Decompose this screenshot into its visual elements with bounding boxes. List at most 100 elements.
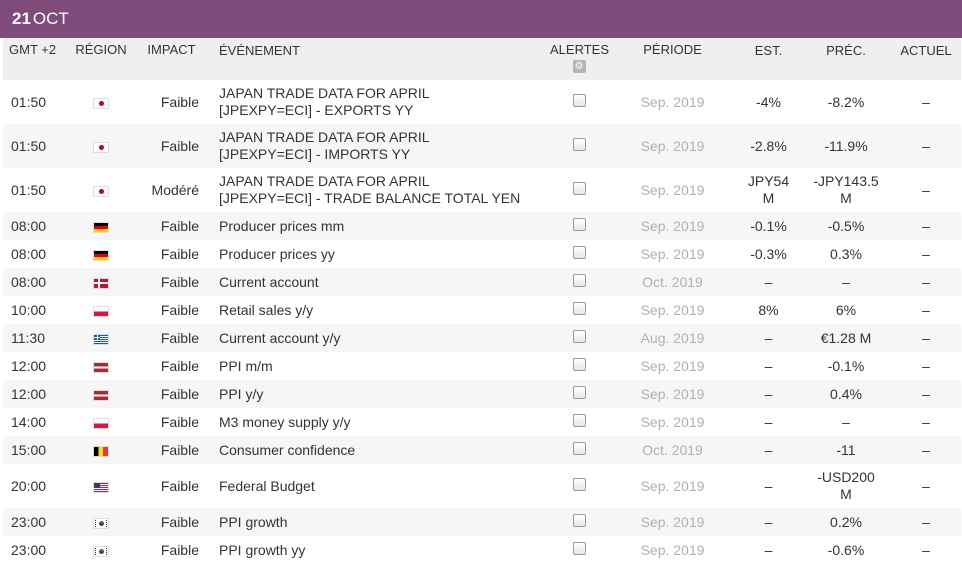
event-period: Sep. 2019 [640,358,705,374]
alert-checkbox[interactable] [572,542,586,555]
alert-checkbox[interactable] [572,358,586,371]
alert-cell [549,536,609,564]
alert-checkbox[interactable] [572,442,586,455]
region-cell [67,380,135,408]
event-name[interactable]: PPI growth [207,508,549,536]
region-cell [67,296,135,324]
table-row[interactable]: 01:50 Faible JAPAN TRADE DATA FOR APRIL [JP… [3,80,961,124]
flag-jp-icon [94,186,108,196]
event-name[interactable]: Current account y/y [207,324,549,352]
impact-level: Faible [160,386,199,402]
event-name[interactable]: M3 money supply y/y [207,408,549,436]
alert-checkbox[interactable] [572,386,586,399]
alert-checkbox[interactable] [572,478,586,491]
estimate-value-line: -4% [756,93,781,110]
alert-cell [549,464,609,508]
event-name[interactable]: PPI growth yy [207,536,549,564]
estimate-value: JPY54 M [736,168,801,212]
estimate-value: – [736,380,801,408]
column-header-time: GMT +2 [9,42,57,57]
event-time: 23:00 [11,542,47,558]
alert-checkbox[interactable] [572,246,586,259]
previous-value-line: 6% [835,301,857,318]
event-name-line: Producer prices yy [219,245,335,262]
table-row[interactable]: 23:00 Faible PPI growth yy Sep. 2019 – -0.6% – [3,536,961,564]
previous-value: -0.6% [801,536,891,564]
previous-value-line: -11.9% [824,137,868,154]
table-row[interactable]: 08:00 Faible Current account Oct. 2019 – – – [3,268,961,296]
event-name-line: [JPEXPY=ECI] - TRADE BALANCE TOTAL YEN [219,190,521,206]
event-name[interactable]: PPI y/y [207,380,549,408]
table-header-row: GMT +2 RÉGION IMPACT ÉVÉNEMENT ALERTES ⚙… [3,38,961,80]
event-name[interactable]: Producer prices yy [207,240,549,268]
alert-checkbox[interactable] [572,218,586,231]
table-row[interactable]: 23:00 Faible PPI growth Sep. 2019 – 0.2% – [3,508,961,536]
table-row[interactable]: 08:00 Faible Producer prices yy Sep. 2019 -0… [3,240,961,268]
alert-checkbox[interactable] [572,182,586,195]
table-row[interactable]: 08:00 Faible Producer prices mm Sep. 2019 -0… [3,212,961,240]
flag-kr-icon [94,546,108,556]
previous-value-line: 0.2% [830,513,862,530]
actual-value: – [922,245,930,262]
impact-level: Faible [160,478,199,494]
table-row[interactable]: 12:00 Faible PPI m/m Sep. 2019 – -0.1% – [3,352,961,380]
table-row[interactable]: 10:00 Faible Retail sales y/y Sep. 2019 8% 6%… [3,296,961,324]
table-row[interactable]: 01:50 Faible JAPAN TRADE DATA FOR APRIL [JP… [3,124,961,168]
event-name[interactable]: Consumer confidence [207,436,549,464]
event-name[interactable]: Producer prices mm [207,212,549,240]
impact-level: Faible [160,358,199,374]
table-row[interactable]: 20:00 Faible Federal Budget Sep. 2019 – -USD2… [3,464,961,508]
actual-value: – [922,301,930,318]
table-row[interactable]: 15:00 Faible Consumer confidence Oct. 2019 –… [3,436,961,464]
alert-cell [549,380,609,408]
estimate-value: -0.3% [736,240,801,268]
estimate-value-line: – [764,513,773,530]
alert-checkbox[interactable] [572,414,586,427]
event-name-line: [JPEXPY=ECI] - IMPORTS YY [219,146,411,162]
table-row[interactable]: 01:50 Modéré JAPAN TRADE DATA FOR APRIL [JP… [3,168,961,212]
alert-checkbox[interactable] [572,138,586,151]
actual-value: – [922,441,930,458]
event-name[interactable]: JAPAN TRADE DATA FOR APRIL [JPEXPY=ECI] -… [207,80,549,124]
event-name-line: Consumer confidence [219,441,356,458]
alert-cell [549,352,609,380]
region-cell [67,464,135,508]
event-name[interactable]: JAPAN TRADE DATA FOR APRIL [JPEXPY=ECI] -… [207,124,549,168]
event-period: Oct. 2019 [642,442,703,458]
flag-us-icon [94,482,108,492]
actual-value: – [922,513,930,530]
alert-checkbox[interactable] [572,330,586,343]
event-name[interactable]: Retail sales y/y [207,296,549,324]
event-name-line: PPI m/m [219,357,273,374]
alert-checkbox[interactable] [572,302,586,315]
region-cell [67,436,135,464]
event-name[interactable]: PPI m/m [207,352,549,380]
estimate-value: -2.8% [736,124,801,168]
event-name[interactable]: JAPAN TRADE DATA FOR APRIL [JPEXPY=ECI] -… [207,168,549,212]
impact-level: Faible [160,138,199,154]
previous-value: -11.9% [801,124,891,168]
previous-value: -0.5% [801,212,891,240]
actual-value: – [922,413,930,430]
alert-checkbox[interactable] [572,274,586,287]
event-name[interactable]: Federal Budget [207,464,549,508]
event-time: 15:00 [11,442,47,458]
flag-jp-icon [94,142,108,152]
event-name[interactable]: Current account [207,268,549,296]
table-row[interactable]: 14:00 Faible M3 money supply y/y Sep. 2019 –… [3,408,961,436]
table-row[interactable]: 12:00 Faible PPI y/y Sep. 2019 – 0.4% – [3,380,961,408]
alert-cell [549,436,609,464]
event-name-line: PPI growth [219,513,288,530]
alert-checkbox[interactable] [572,514,586,527]
actual-value: – [922,329,930,346]
impact-level: Faible [160,542,199,558]
column-header-actual: ACTUEL [900,43,952,58]
flag-kr-icon [94,518,108,528]
table-row[interactable]: 11:30 Faible Current account y/y Aug. 2019 –… [3,324,961,352]
estimate-value: – [736,268,801,296]
previous-value: – [801,408,891,436]
column-header-event: ÉVÉNEMENT [219,43,300,58]
actual-value: – [922,541,930,558]
alert-checkbox[interactable] [572,94,586,107]
gear-icon[interactable]: ⚙ [572,60,586,73]
